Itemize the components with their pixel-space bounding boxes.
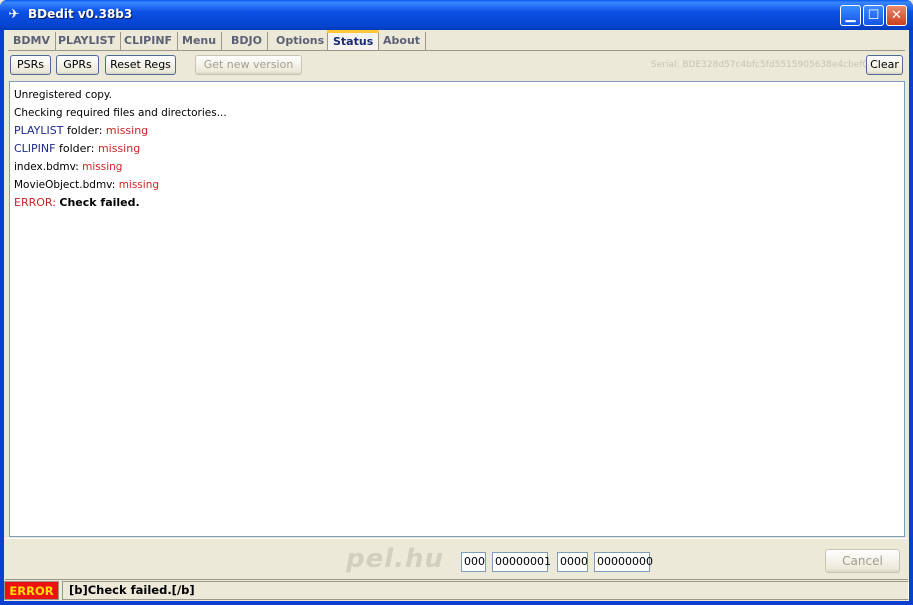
bdedit-app-icon[interactable]: ✈ [6, 7, 22, 23]
error-badge: ERROR [4, 581, 59, 600]
log-missing-status: missing [118, 179, 160, 191]
tab-bdjo[interactable]: BDJO [226, 32, 268, 50]
status-message: [b]Check failed.[/b] [62, 581, 909, 600]
log-text: folder: [63, 124, 106, 137]
tab-options[interactable]: Options [271, 32, 331, 50]
register-field-2[interactable]: 00000001 [492, 552, 551, 572]
tab-divider [8, 50, 905, 51]
tab-status[interactable]: Status [327, 30, 380, 51]
minimize-button[interactable]: ▁ [840, 5, 861, 26]
log-file-name: MovieObject.bdmv: [14, 179, 119, 191]
tab-clipinf[interactable]: CLIPINF [119, 32, 179, 50]
register-field-3[interactable]: 0000 [557, 552, 588, 572]
log-line-movieobject: MovieObject.bdmv: missing [14, 176, 900, 194]
log-missing-status: missing [82, 161, 123, 173]
log-text: Unregistered copy. [14, 89, 112, 101]
maximize-button[interactable]: ☐ [863, 5, 884, 26]
tab-bdmv[interactable]: BDMV [8, 32, 56, 50]
window-title: BDedit v0.38b3 [28, 7, 133, 21]
tab-about[interactable]: About [378, 32, 427, 50]
clear-button[interactable]: Clear [866, 55, 903, 75]
client-area: BDMV PLAYLIST CLIPINF Menu BDJO Options … [4, 30, 909, 601]
log-line-error: ERROR: Check failed. [14, 194, 900, 212]
cancel-button[interactable]: Cancel [825, 549, 900, 573]
tab-menu[interactable]: Menu [177, 32, 223, 50]
register-field-4[interactable]: 00000000 [594, 552, 653, 572]
minimize-icon: ▁ [845, 8, 856, 23]
log-line-index: index.bdmv: missing [14, 158, 900, 176]
status-log[interactable]: Unregistered copy. Checking required fil… [9, 81, 905, 537]
close-button[interactable]: ✕ [886, 5, 907, 26]
log-missing-status: missing [97, 142, 141, 155]
close-icon: ✕ [891, 8, 902, 23]
log-text: folder: [55, 142, 98, 155]
log-file-name: index.bdmv: [14, 161, 83, 173]
log-line-clipinf: CLIPINF folder: missing [14, 140, 900, 158]
app-window: ✈ BDedit v0.38b3 ▁ ☐ ✕ BDMV PLAYLIST CLI… [0, 0, 913, 605]
log-line-playlist: PLAYLIST folder: missing [14, 122, 900, 140]
log-line-checking: Checking required files and directories.… [14, 104, 900, 122]
log-text: Checking required files and directories.… [14, 107, 227, 119]
maximize-icon: ☐ [867, 8, 880, 23]
log-error-message: Check failed. [59, 196, 140, 209]
tab-playlist[interactable]: PLAYLIST [53, 32, 122, 50]
status-bar: ERROR [b]Check failed.[/b] [4, 581, 909, 601]
psrs-button[interactable]: PSRs [10, 55, 51, 75]
log-folder-name: PLAYLIST [14, 124, 64, 137]
get-new-version-button[interactable]: Get new version [195, 55, 302, 75]
log-missing-status: missing [105, 124, 149, 137]
title-bar[interactable]: ✈ BDedit v0.38b3 ▁ ☐ ✕ [0, 0, 913, 30]
serial-label: Serial: BDE328d57c4bfc5fd5515905638e4cbe… [651, 60, 874, 70]
pelhu-logo: pel.hu [346, 544, 445, 574]
log-error-prefix: ERROR: [14, 196, 60, 209]
bottom-panel [5, 538, 908, 580]
gprs-button[interactable]: GPRs [56, 55, 99, 75]
log-line-unregistered: Unregistered copy. [14, 86, 900, 104]
reset-regs-button[interactable]: Reset Regs [105, 55, 176, 75]
register-field-1[interactable]: 000 [461, 552, 486, 572]
log-folder-name: CLIPINF [14, 142, 56, 155]
